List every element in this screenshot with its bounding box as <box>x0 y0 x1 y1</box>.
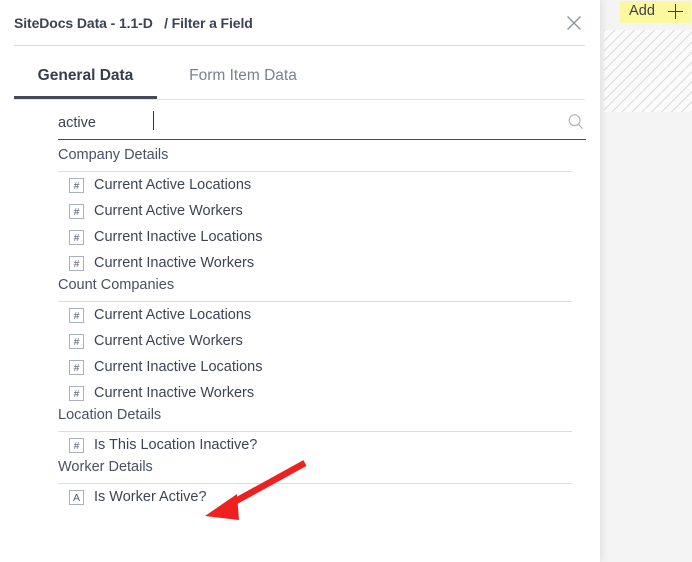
number-type-icon: # <box>69 229 84 245</box>
field-list-item[interactable]: # Current Active Locations <box>58 302 572 328</box>
tab-bar: General Data Form Item Data <box>14 56 585 100</box>
number-type-icon: # <box>69 333 84 349</box>
striped-placeholder-area <box>604 30 692 112</box>
field-list-item-label: Is This Location Inactive? <box>94 437 258 453</box>
field-list-item[interactable]: # Current Inactive Workers <box>58 250 572 276</box>
number-type-icon: # <box>69 385 84 401</box>
search-field <box>58 110 586 141</box>
tab-general-data[interactable]: General Data <box>14 56 157 99</box>
tab-form-item-data[interactable]: Form Item Data <box>163 56 323 99</box>
group-header: Location Details <box>58 406 572 432</box>
field-list-item-label: Current Inactive Locations <box>94 359 263 375</box>
header-divider <box>14 45 585 46</box>
number-type-icon: # <box>69 307 84 323</box>
group-header: Company Details <box>58 146 572 172</box>
page-title: SiteDocs Data - 1.1-D / Filter a Field <box>14 15 253 31</box>
search-icon[interactable] <box>566 112 586 132</box>
screen: Add SiteDocs Data - 1.1-D / Filter a Fie… <box>0 0 692 562</box>
plus-icon <box>668 4 684 19</box>
number-type-icon: # <box>69 359 84 375</box>
field-list-item[interactable]: # Current Active Workers <box>58 328 572 354</box>
number-type-icon: # <box>69 203 84 219</box>
field-list-item-label: Current Inactive Workers <box>94 385 255 401</box>
number-type-icon: # <box>69 255 84 271</box>
tab-bar-divider <box>14 99 585 100</box>
number-type-icon: # <box>69 177 84 193</box>
field-list-item-label: Current Active Workers <box>94 203 243 219</box>
field-list-item-label: Current Inactive Locations <box>94 229 263 245</box>
field-list-item-label: Is Worker Active? <box>94 489 207 505</box>
number-type-icon: # <box>69 437 84 453</box>
field-list-item-label: Current Active Locations <box>94 307 252 323</box>
add-button-label: Add <box>629 3 656 20</box>
group-header: Worker Details <box>58 458 572 484</box>
field-list-item[interactable]: # Is This Location Inactive? <box>58 432 572 458</box>
field-list-item[interactable]: # Current Inactive Workers <box>58 380 572 406</box>
field-list-item[interactable]: # Current Active Workers <box>58 198 572 224</box>
modal-header: SiteDocs Data - 1.1-D / Filter a Field <box>0 0 600 45</box>
text-cursor <box>153 111 155 130</box>
field-list-item[interactable]: # Current Inactive Locations <box>58 224 572 250</box>
field-list-item[interactable]: # Current Inactive Locations <box>58 354 572 380</box>
search-underline <box>58 139 586 141</box>
text-type-icon: A <box>69 489 84 505</box>
filter-a-field-modal: SiteDocs Data - 1.1-D / Filter a Field G… <box>0 0 600 562</box>
add-button[interactable]: Add <box>620 1 692 23</box>
field-list-item-label: Current Active Workers <box>94 333 243 349</box>
field-list-item[interactable]: A Is Worker Active? <box>58 484 572 510</box>
field-list-item-label: Current Active Locations <box>94 177 252 193</box>
field-list-item-label: Current Inactive Workers <box>94 255 255 271</box>
group-header: Count Companies <box>58 276 572 302</box>
search-input[interactable] <box>58 110 538 136</box>
close-icon[interactable] <box>564 13 584 33</box>
field-list[interactable]: Company Details # Current Active Locations… <box>0 146 600 562</box>
field-list-item[interactable]: # Current Active Locations <box>58 172 572 198</box>
